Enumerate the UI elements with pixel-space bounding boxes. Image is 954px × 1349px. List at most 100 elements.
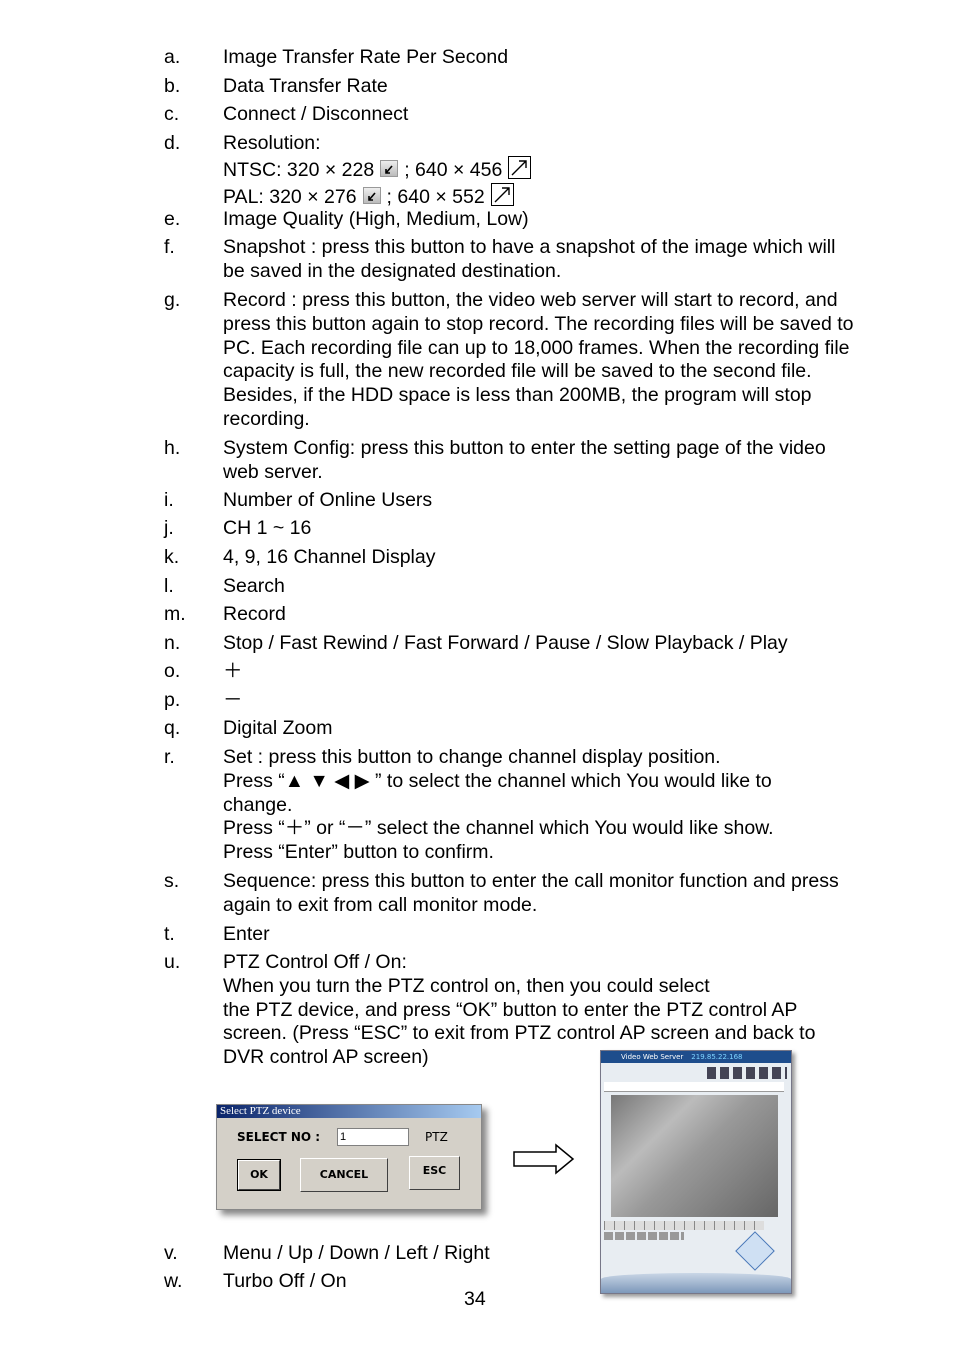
text-line: Stop / Fast Rewind / Fast Forward / Paus… <box>223 632 788 654</box>
ok-button[interactable]: OK <box>237 1159 281 1191</box>
item-letter: h. <box>164 437 181 459</box>
item-text: Image Transfer Rate Per Second <box>223 46 883 70</box>
item-letter: o. <box>164 660 181 682</box>
shrink-window-icon[interactable] <box>380 159 399 177</box>
item-letter: s. <box>164 870 180 892</box>
item-letter: p. <box>164 689 181 711</box>
text-line: be saved in the designated destination. <box>223 259 562 282</box>
text-line: Sequence: press this button to enter the… <box>223 870 839 892</box>
text-line: change. <box>223 793 293 816</box>
item-letter: b. <box>164 75 181 97</box>
dialog-title: Select PTZ device <box>217 1105 481 1118</box>
channel-buttons <box>604 1221 764 1230</box>
resolution-pal: PAL: 320 × 276 ; 640 × 552 <box>223 182 883 210</box>
text-line: CH 1 ~ 16 <box>223 517 312 539</box>
resolution-ntsc: NTSC: 320 × 228 ; 640 × 456 <box>223 155 883 183</box>
item-text: Connect / Disconnect <box>223 103 883 127</box>
cancel-button[interactable]: CANCEL <box>300 1158 388 1192</box>
text-line: Resolution: <box>223 132 321 154</box>
text-line: Snapshot : press this button to have a s… <box>223 236 836 258</box>
item-text: ＋ <box>223 660 883 684</box>
text-line: PTZ Control Off / On: <box>223 951 407 973</box>
toolbar-icons <box>707 1067 787 1079</box>
item-text: Data Transfer Rate <box>223 75 883 99</box>
text-line: Connect / Disconnect <box>223 103 409 125</box>
text-line: PC. Each recording file can up to 18,000… <box>223 336 850 359</box>
item-letter: u. <box>164 951 181 973</box>
item-letter: i. <box>164 489 174 511</box>
item-letter: d. <box>164 132 181 154</box>
text-line: 4, 9, 16 Channel Display <box>223 546 436 568</box>
item-letter: f. <box>164 236 175 258</box>
item-letter: g. <box>164 289 181 311</box>
item-text: Image Quality (High, Medium, Low) <box>223 208 883 232</box>
item-text: － <box>223 689 883 713</box>
text-line: System Config: press this button to ente… <box>223 437 826 459</box>
text-line: Image Transfer Rate Per Second <box>223 46 509 68</box>
ntsc-large: ; 640 × 456 <box>404 158 503 181</box>
select-ptz-dialog: Select PTZ device SELECT NO : PTZ OK CAN… <box>216 1104 482 1210</box>
item-text: System Config: press this button to ente… <box>223 437 883 485</box>
pal-large: ; 640 × 552 <box>386 185 485 208</box>
text-line: press this button again to stop record. … <box>223 312 854 335</box>
text-line: Enter <box>223 923 270 945</box>
item-letter: r. <box>164 746 175 768</box>
text-line: When you turn the PTZ control on, then y… <box>223 974 710 997</box>
text-line: － <box>223 689 243 711</box>
text-line: Set : press this button to change channe… <box>223 746 721 768</box>
item-text: Search <box>223 575 883 599</box>
pal-small: PAL: 320 × 276 <box>223 185 357 208</box>
text-line: Record <box>223 603 286 625</box>
screenshot-ip: 219.85.22.168 <box>691 1053 743 1061</box>
item-letter: m. <box>164 603 186 625</box>
item-text: Record <box>223 603 883 627</box>
shrink-window-icon[interactable] <box>362 186 381 204</box>
right-arrow-icon <box>513 1143 575 1175</box>
bottom-panel <box>601 1273 791 1293</box>
item-letter: l. <box>164 575 174 597</box>
esc-button[interactable]: ESC <box>409 1156 460 1190</box>
item-letter: e. <box>164 208 181 230</box>
document-page: a. Image Transfer Rate Per Second b. Data T… <box>0 0 954 1349</box>
item-text: Digital Zoom <box>223 717 883 741</box>
item-text: Set : press this button to change channe… <box>223 746 883 865</box>
item-text: Stop / Fast Rewind / Fast Forward / Paus… <box>223 632 883 656</box>
text-line: recording. <box>223 407 310 430</box>
status-bar <box>604 1082 784 1092</box>
item-text: 4, 9, 16 Channel Display <box>223 546 883 570</box>
control-buttons <box>604 1232 684 1240</box>
enlarge-window-icon[interactable] <box>508 155 532 179</box>
item-text: Enter <box>223 923 883 947</box>
text-line: the PTZ device, and press “OK” button to… <box>223 998 798 1021</box>
item-letter: v. <box>164 1242 178 1264</box>
item-letter: a. <box>164 46 181 68</box>
item-letter: c. <box>164 103 180 125</box>
item-letter: q. <box>164 717 181 739</box>
text-line: Number of Online Users <box>223 489 433 511</box>
item-text: Number of Online Users <box>223 489 883 513</box>
item-letter: t. <box>164 923 175 945</box>
item-text: Resolution: NTSC: 320 × 228; 640 × 456 PAL… <box>223 132 883 209</box>
select-no-input[interactable] <box>337 1128 409 1146</box>
text-line: Search <box>223 575 285 597</box>
text-line: Record : press this button, the video we… <box>223 289 838 311</box>
text-line: Digital Zoom <box>223 717 333 739</box>
text-line: Besides, if the HDD space is less than 2… <box>223 384 812 407</box>
text-line: web server. <box>223 460 323 483</box>
text-line: ＋ <box>223 660 243 682</box>
screenshot-title: Video Web Server <box>621 1053 684 1061</box>
item-letter: n. <box>164 632 181 654</box>
text-line: capacity is full, the new recorded file … <box>223 360 812 383</box>
item-text: CH 1 ~ 16 <box>223 517 883 541</box>
enlarge-window-icon[interactable] <box>490 182 514 206</box>
item-letter: w. <box>164 1270 183 1292</box>
text-line: screen. (Press “ESC” to exit from PTZ co… <box>223 1022 816 1045</box>
text-line: Press “＋” or “－” select the channel whic… <box>223 817 774 840</box>
page-number: 34 <box>464 1288 486 1310</box>
text-line: Image Quality (High, Medium, Low) <box>223 208 529 230</box>
item-text: Sequence: press this button to enter the… <box>223 870 883 918</box>
text-line: Press “Enter” button to confirm. <box>223 841 494 864</box>
ntsc-small: NTSC: 320 × 228 <box>223 158 375 181</box>
text-line: Press “▲ ▼ ◀ ▶ ” to select the channel w… <box>223 769 772 792</box>
direction-pad[interactable] <box>735 1231 775 1271</box>
